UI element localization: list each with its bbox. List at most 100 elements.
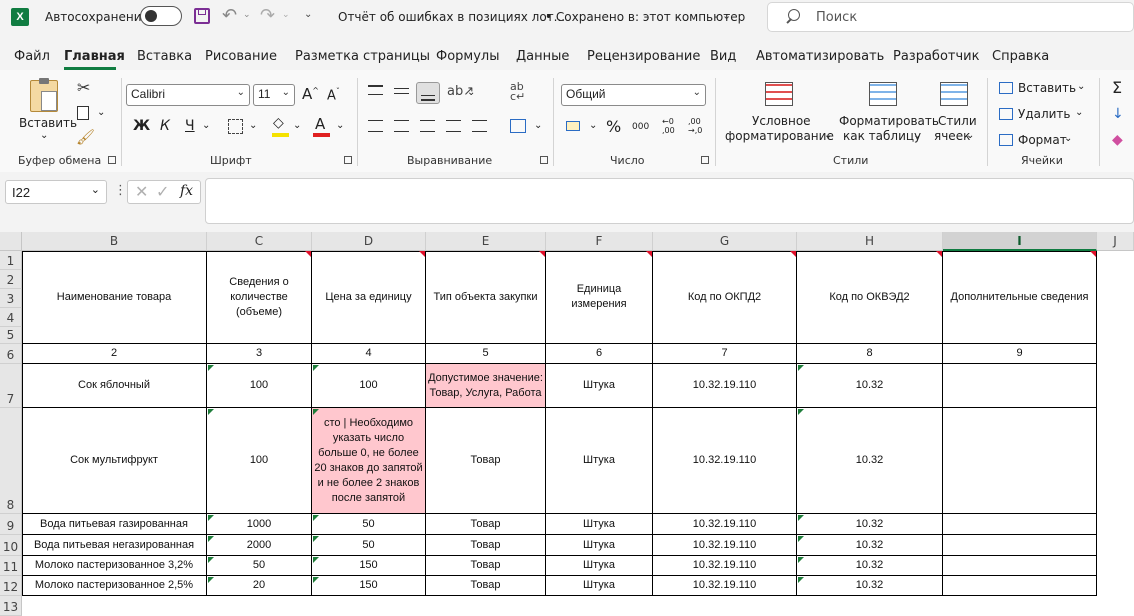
table-cell[interactable]: 10.32: [797, 535, 943, 556]
italic-button[interactable]: К: [160, 118, 170, 134]
table-cell[interactable]: 10.32: [797, 514, 943, 535]
table-cell[interactable]: 150: [312, 556, 426, 576]
column-header-f[interactable]: F: [546, 232, 653, 251]
table-cell[interactable]: Товар: [426, 514, 546, 535]
row-header-7[interactable]: 7: [0, 364, 22, 408]
font-color-icon[interactable]: A: [315, 115, 325, 133]
font-color-dropdown-icon[interactable]: ⌄: [336, 120, 344, 131]
table-cell[interactable]: 100: [207, 364, 312, 408]
search-box[interactable]: Поиск: [767, 2, 1134, 32]
table-cell[interactable]: 10.32: [797, 408, 943, 514]
table-cell[interactable]: 2: [22, 344, 207, 364]
borders-icon[interactable]: [228, 119, 243, 134]
table-cell[interactable]: Штука: [546, 514, 653, 535]
conditional-formatting-label-1[interactable]: Условное: [752, 114, 811, 128]
table-cell[interactable]: 6: [546, 344, 653, 364]
cancel-icon[interactable]: ✕: [135, 182, 148, 201]
table-cell[interactable]: [943, 556, 1097, 576]
increase-decimal-icon[interactable]: ←0,00: [662, 117, 675, 135]
undo-dropdown-icon[interactable]: ⌄: [243, 10, 251, 20]
column-header-i[interactable]: I: [943, 232, 1097, 251]
conditional-formatting-label-2[interactable]: форматирование: [725, 129, 834, 143]
insert-cells-icon[interactable]: [999, 82, 1013, 94]
cut-icon[interactable]: ✂: [77, 78, 90, 97]
row-header-12[interactable]: 12: [0, 576, 22, 596]
table-cell[interactable]: 100: [207, 408, 312, 514]
enter-icon[interactable]: ✓: [156, 182, 169, 201]
table-cell[interactable]: Код по ОКВЭД2: [797, 251, 943, 344]
thousands-separator-icon[interactable]: 000: [632, 122, 649, 132]
insert-dropdown-icon[interactable]: ⌄: [1077, 81, 1085, 92]
table-cell[interactable]: Вода питьевая негазированная: [22, 535, 207, 556]
table-cell[interactable]: 10.32.19.110: [653, 535, 797, 556]
clear-icon[interactable]: ◆: [1112, 132, 1123, 148]
row-header-1[interactable]: 1: [0, 251, 22, 270]
currency-dropdown-icon[interactable]: ⌄: [589, 120, 597, 131]
table-cell[interactable]: Штука: [546, 556, 653, 576]
align-center-icon[interactable]: [394, 120, 409, 132]
currency-icon[interactable]: [566, 121, 580, 131]
tab-draw[interactable]: Рисование: [205, 49, 277, 64]
tab-automate[interactable]: Автоматизировать: [756, 49, 884, 64]
tab-home[interactable]: Главная: [64, 49, 125, 64]
format-as-table-icon[interactable]: [869, 82, 897, 106]
quick-access-more-icon[interactable]: ⌄: [304, 9, 312, 20]
increase-indent-icon[interactable]: [472, 120, 487, 132]
table-cell[interactable]: 50: [207, 556, 312, 576]
table-cell[interactable]: 5: [426, 344, 546, 364]
column-header-c[interactable]: C: [207, 232, 312, 251]
table-cell[interactable]: Сок мультифрукт: [22, 408, 207, 514]
cell-styles-icon[interactable]: [940, 82, 968, 106]
table-cell[interactable]: Товар: [426, 576, 546, 596]
select-all-corner[interactable]: [0, 232, 22, 251]
table-cell[interactable]: Допустимое значение: Товар, Услуга, Рабо…: [426, 364, 546, 408]
paste-button-label[interactable]: Вставить: [19, 116, 77, 130]
decrease-decimal-icon[interactable]: ,00 →,0: [688, 117, 702, 135]
table-cell[interactable]: 10.32.19.110: [653, 576, 797, 596]
table-cell[interactable]: 10.32.19.110: [653, 364, 797, 408]
row-header-9[interactable]: 9: [0, 514, 22, 535]
column-header-e[interactable]: E: [426, 232, 546, 251]
table-cell[interactable]: 2000: [207, 535, 312, 556]
table-cell[interactable]: Сведения о количестве (объеме): [207, 251, 312, 344]
autosum-icon[interactable]: Σ: [1112, 78, 1122, 97]
format-cells-label[interactable]: Формат: [1018, 133, 1067, 147]
table-cell[interactable]: 9: [943, 344, 1097, 364]
table-cell[interactable]: 10.32.19.110: [653, 556, 797, 576]
table-cell[interactable]: Штука: [546, 408, 653, 514]
font-size-dropdown[interactable]: 11 ⌄: [253, 84, 295, 106]
row-header-3[interactable]: 3: [0, 289, 22, 308]
table-cell[interactable]: 8: [797, 344, 943, 364]
table-cell[interactable]: 100: [312, 364, 426, 408]
cell-styles-dropdown-icon[interactable]: ⌄: [966, 130, 974, 141]
increase-font-icon[interactable]: A^: [302, 85, 319, 103]
column-header-j[interactable]: J: [1097, 232, 1134, 251]
table-cell[interactable]: Штука: [546, 535, 653, 556]
worksheet-grid[interactable]: B C D E F G H I J 1 2 3 4 5 6 7 8 9 10 11 12 13 Наименование т…: [0, 232, 1134, 616]
align-left-icon[interactable]: [368, 120, 383, 132]
format-as-table-dropdown-icon[interactable]: ⌄: [913, 130, 921, 141]
delete-cells-label[interactable]: Удалить: [1018, 107, 1071, 121]
tab-review[interactable]: Рецензирование: [587, 49, 700, 64]
table-cell[interactable]: 10.32: [797, 576, 943, 596]
table-cell[interactable]: [943, 576, 1097, 596]
fill-dropdown-icon[interactable]: ⌄: [293, 120, 301, 131]
paste-icon[interactable]: [30, 78, 58, 112]
percent-icon[interactable]: %: [606, 117, 621, 136]
table-cell[interactable]: [943, 364, 1097, 408]
row-header-5[interactable]: 5: [0, 327, 22, 344]
decrease-font-icon[interactable]: Aˇ: [327, 87, 340, 103]
table-cell[interactable]: 10.32.19.110: [653, 514, 797, 535]
align-right-icon[interactable]: [420, 120, 435, 132]
name-box[interactable]: I22 ⌄: [5, 180, 107, 204]
row-header-2[interactable]: 2: [0, 270, 22, 289]
table-cell[interactable]: Наименование товара: [22, 251, 207, 344]
redo-dropdown-icon[interactable]: ⌄: [282, 10, 290, 20]
insert-cells-label[interactable]: Вставить: [1018, 81, 1076, 95]
column-header-b[interactable]: B: [22, 232, 207, 251]
copy-dropdown-icon[interactable]: ⌄: [97, 107, 105, 118]
table-cell[interactable]: 1000: [207, 514, 312, 535]
table-cell[interactable]: 10.32: [797, 556, 943, 576]
format-as-table-label-1[interactable]: Форматировать: [839, 114, 939, 128]
paste-dropdown-icon[interactable]: ⌄: [40, 130, 48, 141]
